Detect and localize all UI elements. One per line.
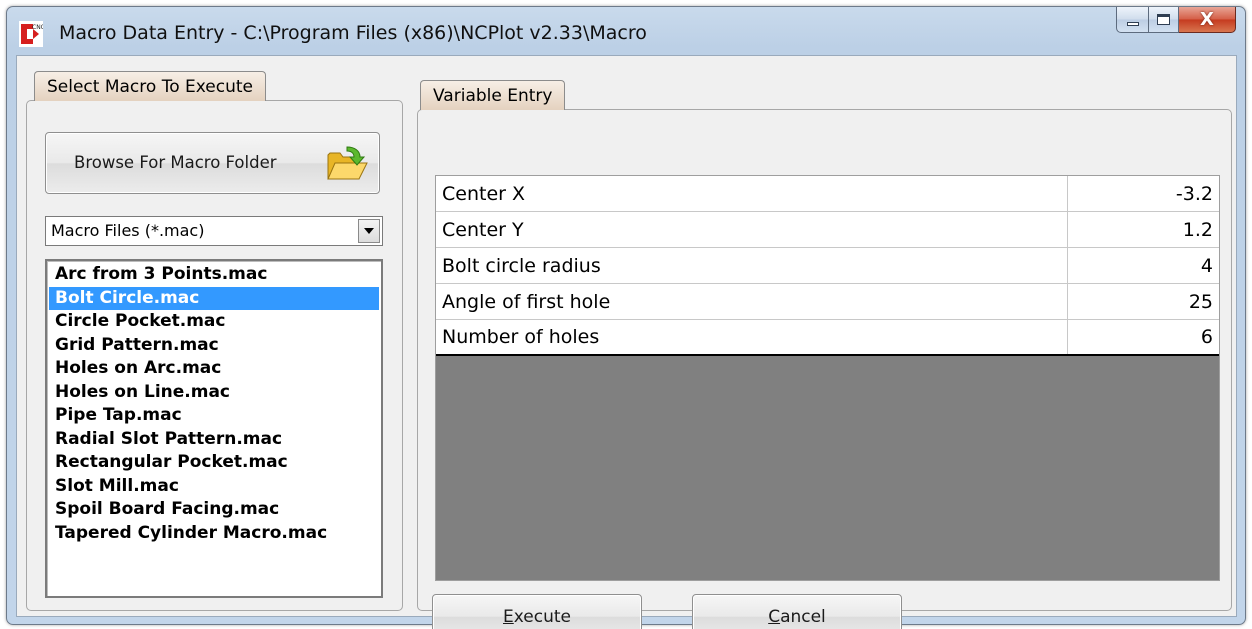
variable-row: Bolt circle radius 4 <box>436 248 1219 284</box>
execute-button[interactable]: Execute <box>432 594 642 629</box>
caption-buttons: X <box>1116 7 1236 35</box>
window-title: Macro Data Entry - C:\Program Files (x86… <box>59 22 647 44</box>
tab-select-macro[interactable]: Select Macro To Execute <box>34 71 266 101</box>
list-item[interactable]: Slot Mill.mac <box>49 475 379 499</box>
list-item[interactable]: Arc from 3 Points.mac <box>49 263 379 287</box>
client-area: Select Macro To Execute Browse For Macro… <box>16 55 1237 629</box>
list-item[interactable]: Holes on Arc.mac <box>49 357 379 381</box>
cancel-label: Cancel <box>768 606 826 627</box>
variable-name-cell: Angle of first hole <box>436 284 1068 319</box>
list-item[interactable]: Tapered Cylinder Macro.mac <box>49 522 379 546</box>
browse-macro-folder-button[interactable]: Browse For Macro Folder <box>45 132 380 194</box>
execute-label: Execute <box>503 606 571 627</box>
minimize-icon <box>1126 21 1139 26</box>
macro-filter-select[interactable]: Macro Files (*.mac) <box>45 216 383 246</box>
maximize-icon <box>1157 14 1170 25</box>
list-item[interactable]: Grid Pattern.mac <box>49 334 379 358</box>
close-button[interactable]: X <box>1179 7 1236 33</box>
cnc-app-icon: CNC <box>19 21 43 47</box>
variable-name-cell: Center X <box>436 176 1068 211</box>
variable-name-cell: Number of holes <box>436 320 1068 354</box>
variable-name-cell: Center Y <box>436 212 1068 247</box>
list-item[interactable]: Circle Pocket.mac <box>49 310 379 334</box>
macro-data-entry-window: CNC Macro Data Entry - C:\Program Files … <box>6 6 1246 629</box>
variable-name-cell: Bolt circle radius <box>436 248 1068 283</box>
list-item[interactable]: Radial Slot Pattern.mac <box>49 428 379 452</box>
variable-row: Center Y 1.2 <box>436 212 1219 248</box>
variable-grid: Center X -3.2 Center Y 1.2 Bolt circle radiu… <box>435 175 1220 581</box>
macro-list[interactable]: Arc from 3 Points.mac Bolt Circle.mac Circ… <box>45 259 383 598</box>
variable-rows: Center X -3.2 Center Y 1.2 Bolt circle radiu… <box>436 176 1219 356</box>
variable-value-cell[interactable]: 1.2 <box>1068 212 1219 247</box>
tab-variable-entry[interactable]: Variable Entry <box>420 80 566 110</box>
chevron-down-icon <box>364 228 374 234</box>
variable-value-cell[interactable]: -3.2 <box>1068 176 1219 211</box>
variable-value-cell[interactable]: 4 <box>1068 248 1219 283</box>
cancel-button[interactable]: Cancel <box>692 594 902 629</box>
close-icon: X <box>1200 9 1214 30</box>
list-item[interactable]: Holes on Line.mac <box>49 381 379 405</box>
variable-entry-panel: Center X -3.2 Center Y 1.2 Bolt circle radiu… <box>417 109 1232 629</box>
filter-value: Macro Files (*.mac) <box>51 221 205 240</box>
variable-row: Number of holes 6 <box>436 320 1219 356</box>
svg-text:CNC: CNC <box>32 24 43 31</box>
maximize-button[interactable] <box>1149 7 1179 33</box>
variable-row: Center X -3.2 <box>436 176 1219 212</box>
list-item[interactable]: Spoil Board Facing.mac <box>49 498 379 522</box>
list-item[interactable]: Bolt Circle.mac <box>49 286 379 310</box>
variable-row: Angle of first hole 25 <box>436 284 1219 320</box>
minimize-button[interactable] <box>1116 7 1149 33</box>
browse-button-label: Browse For Macro Folder <box>74 153 277 172</box>
list-item[interactable]: Pipe Tap.mac <box>49 404 379 428</box>
macro-items: Arc from 3 Points.mac Bolt Circle.mac Circ… <box>47 261 381 545</box>
variable-value-cell[interactable]: 25 <box>1068 284 1219 319</box>
dropdown-button[interactable] <box>358 219 380 243</box>
list-item[interactable]: Rectangular Pocket.mac <box>49 451 379 475</box>
variable-value-cell[interactable]: 6 <box>1068 320 1219 354</box>
folder-open-icon <box>327 146 368 180</box>
title-bar[interactable]: CNC Macro Data Entry - C:\Program Files … <box>7 7 1245 55</box>
